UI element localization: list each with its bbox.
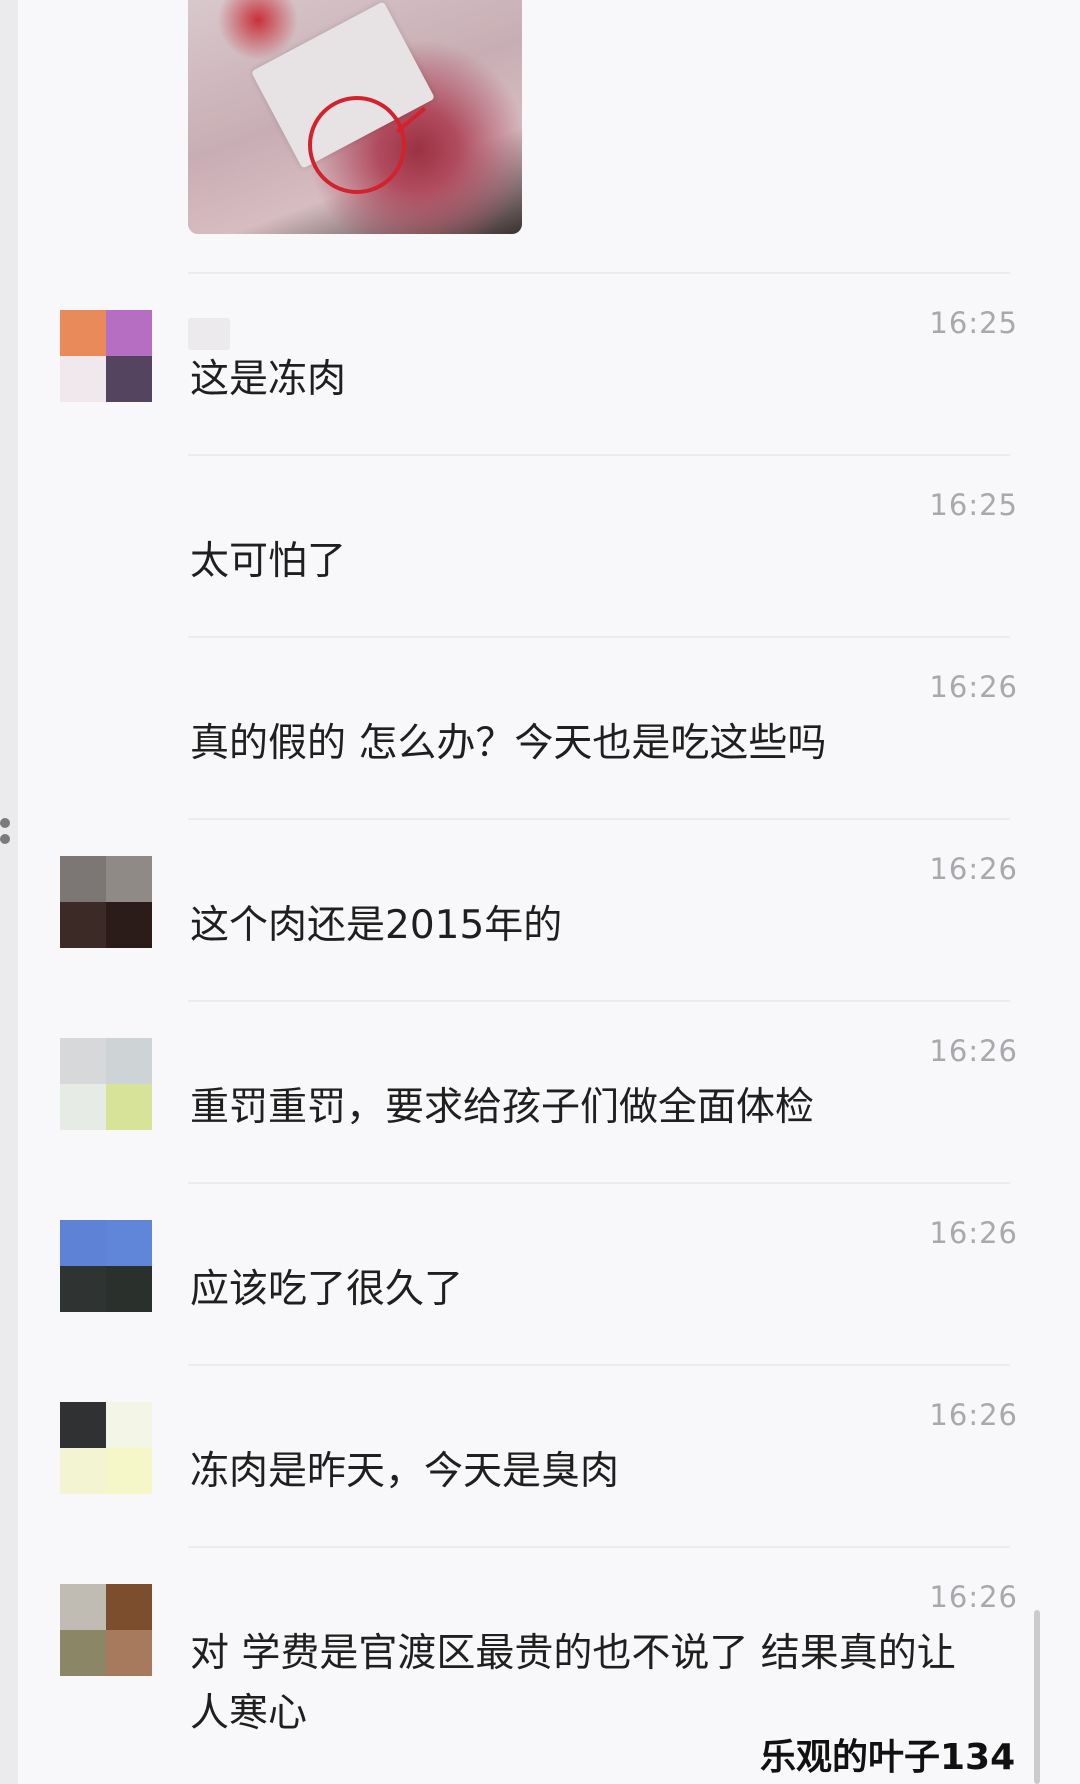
row-divider [188, 1546, 1010, 1548]
message-time: 16:26 [929, 1034, 1018, 1068]
sender-name-blurred [188, 318, 230, 350]
message-text: 真的假的 怎么办？今天也是吃这些吗 [190, 721, 827, 766]
row-divider [188, 1364, 1010, 1366]
message-time: 16:26 [929, 1216, 1018, 1250]
avatar[interactable] [60, 1220, 152, 1312]
message-row[interactable]: 16:25 这是冻肉 [0, 272, 1080, 454]
avatar[interactable] [60, 1402, 152, 1494]
message-row[interactable]: 16:26 对 学费是官渡区最贵的也不说了 结果真的让人寒心 [0, 1546, 1080, 1736]
row-divider [188, 1182, 1010, 1184]
message-time: 16:26 [929, 1398, 1018, 1432]
message-text: 应该吃了很久了 [190, 1267, 464, 1312]
message-text: 冻肉是昨天，今天是臭肉 [190, 1449, 620, 1494]
message-time: 16:26 [929, 1580, 1018, 1614]
message-time: 16:26 [929, 670, 1018, 704]
avatar[interactable] [60, 310, 152, 402]
shared-photo-meat[interactable] [188, 0, 522, 234]
message-text: 这是冻肉 [190, 357, 347, 402]
photo-red-circle-annotation [308, 96, 406, 194]
avatar[interactable] [60, 1038, 152, 1130]
message-text: 太可怕了 [190, 539, 347, 584]
message-row[interactable]: 16:26 应该吃了很久了 [0, 1182, 1080, 1364]
message-time: 16:25 [929, 488, 1018, 522]
message-text: 重罚重罚，要求给孩子们做全面体检 [190, 1085, 815, 1130]
avatar[interactable] [60, 856, 152, 948]
watermark: 乐观的叶子134 [760, 1737, 1016, 1778]
row-divider [188, 1000, 1010, 1002]
scrollbar[interactable] [1034, 1610, 1040, 1784]
message-row[interactable]: 16:26 重罚重罚，要求给孩子们做全面体检 [0, 1000, 1080, 1182]
message-text: 这个肉还是2015年的 [190, 903, 563, 948]
message-row[interactable]: 16:26 真的假的 怎么办？今天也是吃这些吗 [0, 636, 1080, 818]
message-time: 16:26 [929, 852, 1018, 886]
message-time: 16:25 [929, 306, 1018, 340]
message-row[interactable]: 16:25 太可怕了 [0, 454, 1080, 636]
avatar[interactable] [60, 1584, 152, 1676]
message-row[interactable]: 16:26 冻肉是昨天，今天是臭肉 [0, 1364, 1080, 1546]
row-divider [188, 272, 1010, 274]
row-divider [188, 818, 1010, 820]
row-divider [188, 636, 1010, 638]
message-row[interactable]: 16:26 这个肉还是2015年的 [0, 818, 1080, 1000]
message-text: 对 学费是官渡区最贵的也不说了 结果真的让人寒心 [190, 1631, 956, 1736]
row-divider [188, 454, 1010, 456]
